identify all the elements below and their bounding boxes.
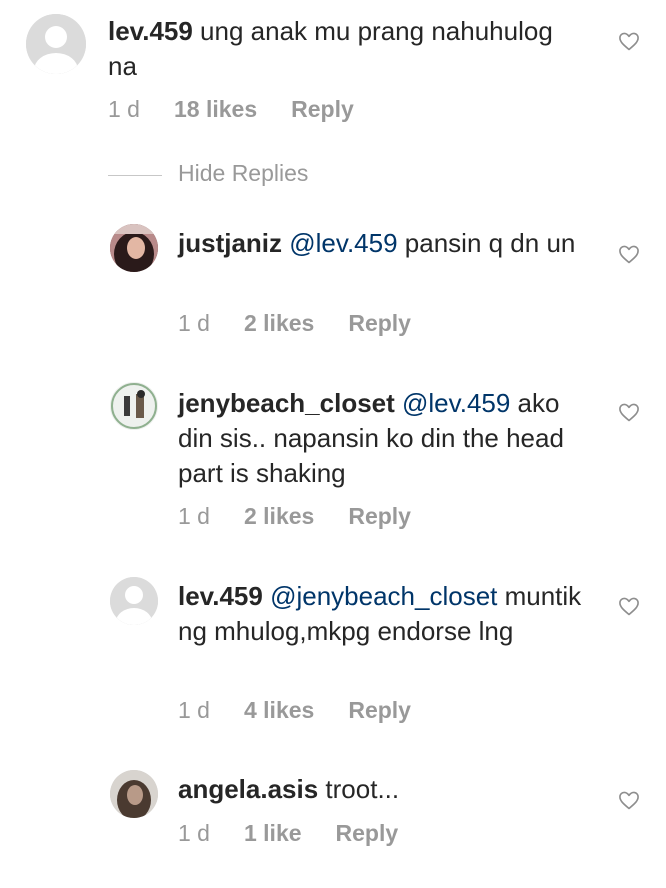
heart-icon[interactable] bbox=[618, 244, 640, 264]
comment-time: 1 d bbox=[178, 503, 210, 529]
comment-time: 1 d bbox=[178, 697, 210, 723]
comment-body: angela.asis troot... bbox=[178, 772, 598, 807]
comment-body: lev.459 ung anak mu prang nahuhulog na bbox=[108, 14, 588, 84]
hide-replies-button[interactable]: Hide Replies bbox=[178, 160, 308, 187]
profile-photo-icon bbox=[110, 382, 158, 430]
comment-mention[interactable]: @jenybeach_closet bbox=[270, 581, 497, 611]
heart-icon[interactable] bbox=[618, 790, 640, 810]
comment-text: troot... bbox=[318, 774, 400, 804]
comment-meta: 1 d 18 likes Reply bbox=[108, 96, 354, 123]
comment-mention[interactable]: @lev.459 bbox=[289, 228, 397, 258]
comment-username[interactable]: angela.asis bbox=[178, 774, 318, 804]
comment-likes[interactable]: 2 likes bbox=[244, 503, 314, 530]
comment-likes[interactable]: 2 likes bbox=[244, 310, 314, 337]
reply-button[interactable]: Reply bbox=[348, 503, 411, 530]
heart-icon[interactable] bbox=[618, 596, 640, 616]
profile-photo-icon bbox=[110, 224, 158, 272]
comment-meta: 1 d 2 likes Reply bbox=[178, 310, 411, 337]
reply-button[interactable]: Reply bbox=[348, 697, 411, 724]
avatar[interactable] bbox=[110, 770, 158, 818]
hide-replies-divider bbox=[108, 175, 162, 176]
comment-meta: 1 d 4 likes Reply bbox=[178, 697, 411, 724]
profile-photo-icon bbox=[110, 770, 158, 818]
avatar[interactable] bbox=[26, 14, 86, 74]
avatar[interactable] bbox=[110, 577, 158, 625]
reply-button[interactable]: Reply bbox=[348, 310, 411, 337]
avatar[interactable] bbox=[110, 382, 158, 430]
comment-meta: 1 d 1 like Reply bbox=[178, 820, 398, 847]
comment-body: jenybeach_closet @lev.459 ako din sis.. … bbox=[178, 386, 598, 491]
comment-username[interactable]: justjaniz bbox=[178, 228, 282, 258]
comment-likes[interactable]: 18 likes bbox=[174, 96, 257, 123]
comment-body: justjaniz @lev.459 pansin q dn un bbox=[178, 226, 598, 261]
reply-button[interactable]: Reply bbox=[336, 820, 399, 847]
comment-mention[interactable]: @lev.459 bbox=[402, 388, 510, 418]
comment-username[interactable]: jenybeach_closet bbox=[178, 388, 395, 418]
default-avatar-icon bbox=[110, 577, 158, 625]
comment-username[interactable]: lev.459 bbox=[108, 16, 193, 46]
comment-time: 1 d bbox=[108, 96, 140, 122]
comment-likes[interactable]: 4 likes bbox=[244, 697, 314, 724]
comment-time: 1 d bbox=[178, 310, 210, 336]
comment-body: lev.459 @jenybeach_closet muntik ng mhul… bbox=[178, 579, 598, 649]
comment-text: pansin q dn un bbox=[397, 228, 576, 258]
default-avatar-icon bbox=[26, 14, 86, 74]
heart-icon[interactable] bbox=[618, 402, 640, 422]
comment-username[interactable]: lev.459 bbox=[178, 581, 263, 611]
comment-meta: 1 d 2 likes Reply bbox=[178, 503, 411, 530]
comment-time: 1 d bbox=[178, 820, 210, 846]
avatar[interactable] bbox=[110, 224, 158, 272]
comment-likes[interactable]: 1 like bbox=[244, 820, 302, 847]
heart-icon[interactable] bbox=[618, 31, 640, 51]
reply-button[interactable]: Reply bbox=[291, 96, 354, 123]
